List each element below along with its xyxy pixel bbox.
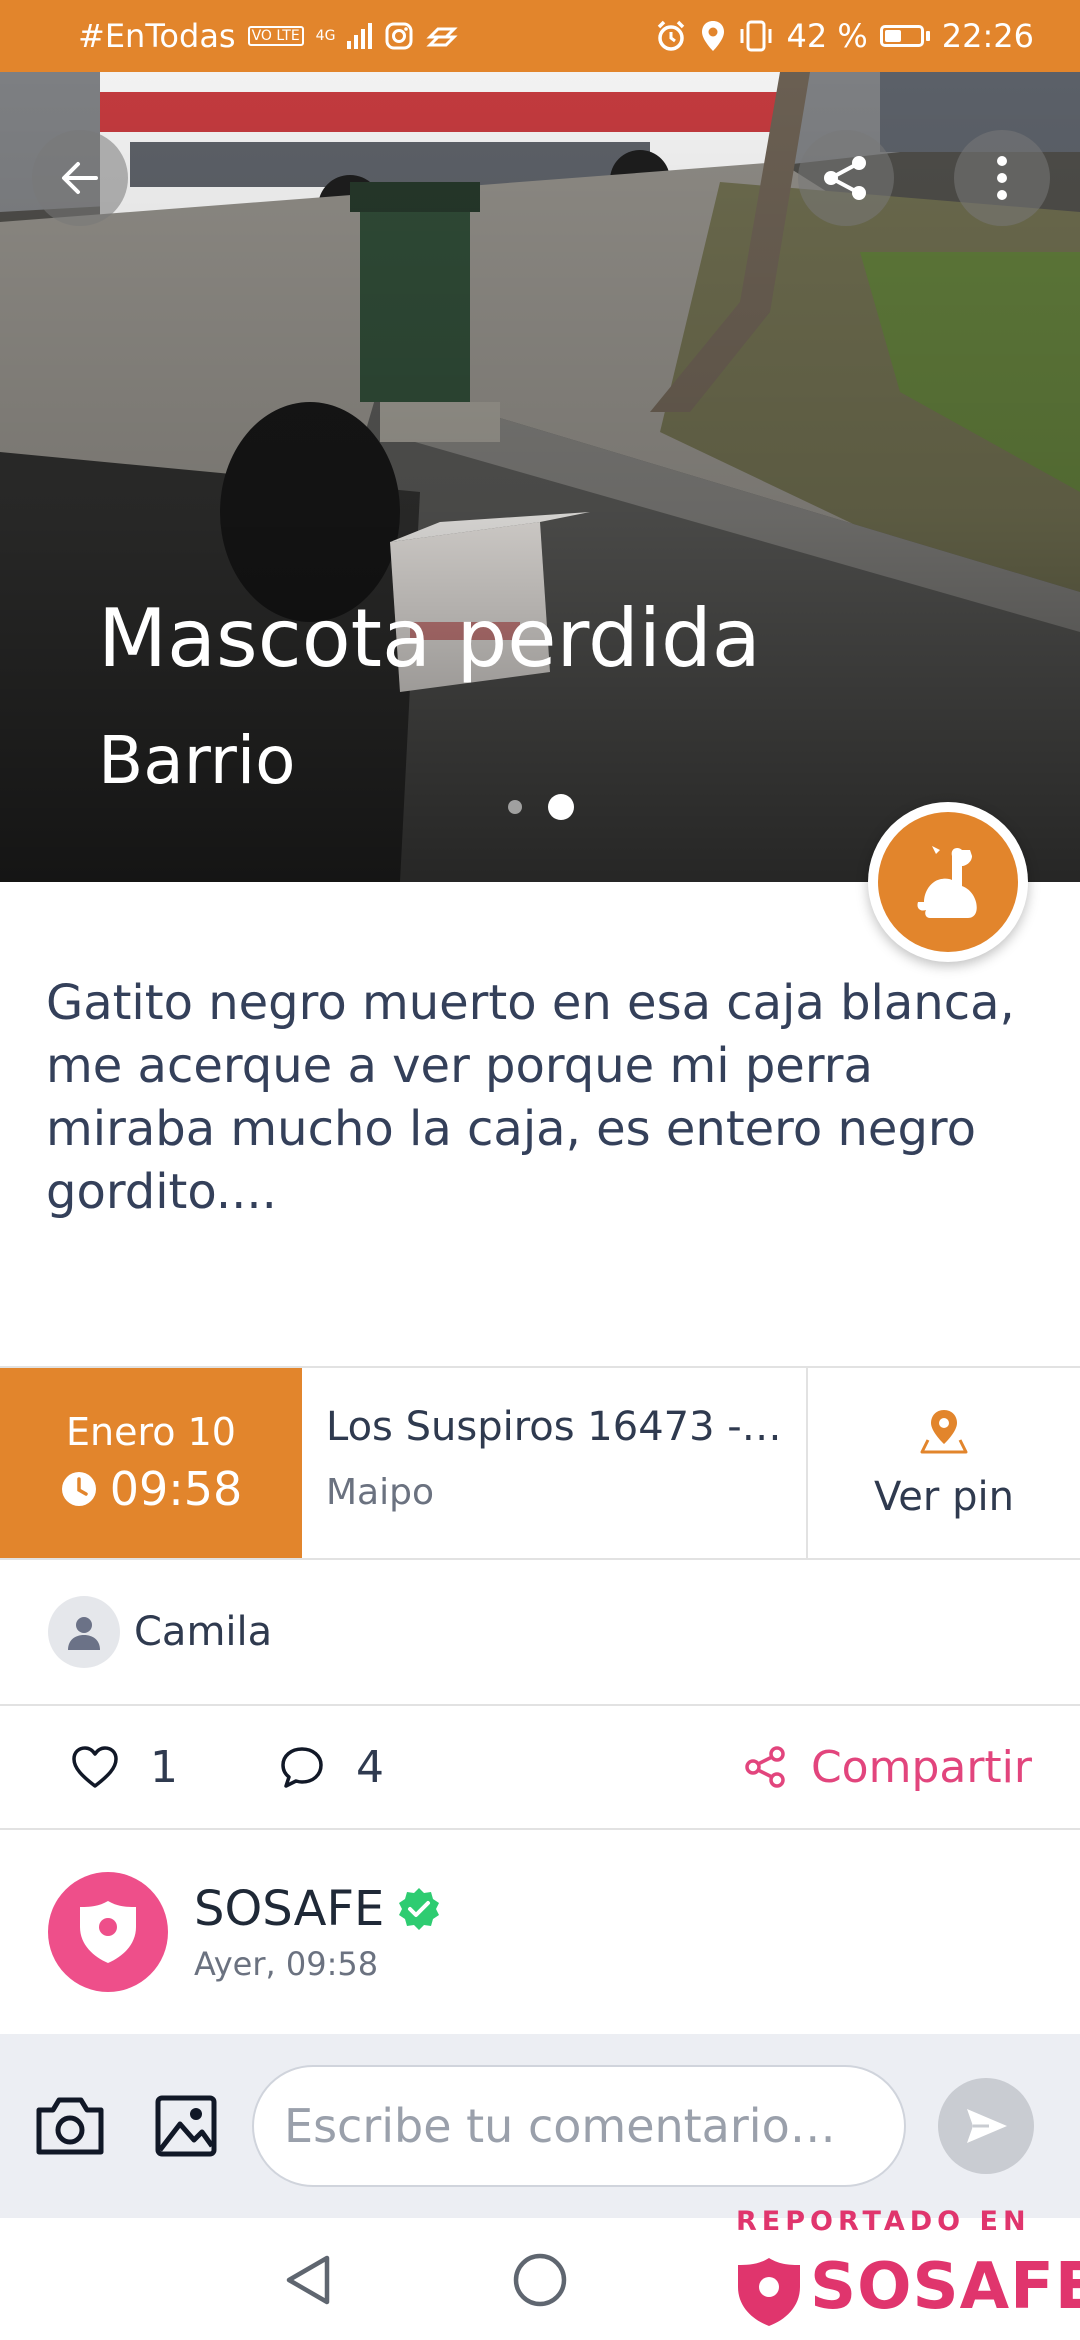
send-icon — [967, 2109, 1007, 2143]
reported-in-watermark: REPORTADO EN SOSAFE — [734, 2198, 1080, 2340]
comment-time: Ayer, 09:58 — [194, 1945, 379, 1983]
more-vert-icon — [997, 156, 1007, 200]
nav-home-button[interactable] — [508, 2248, 572, 2312]
carousel-dot-2-active[interactable] — [548, 794, 574, 820]
share-icon — [745, 1746, 785, 1788]
camera-button[interactable] — [30, 2086, 110, 2166]
post-actions-row: 1 4 Compartir — [0, 1706, 1080, 1830]
vibrate-icon — [740, 20, 772, 52]
clock: 22:26 — [941, 17, 1034, 55]
comment-count: 4 — [356, 1741, 384, 1793]
carousel-indicator — [508, 794, 574, 820]
post-address-box[interactable]: Los Suspiros 16473 -… Maipo — [302, 1368, 808, 1558]
post-time: 09:58 — [60, 1462, 243, 1516]
category-badge — [868, 802, 1028, 962]
user-icon — [68, 1617, 100, 1650]
post-author-row[interactable]: Camila — [0, 1560, 1080, 1706]
avatar — [48, 1596, 120, 1668]
comment-composer — [0, 2034, 1080, 2218]
post-info-row: Enero 10 09:58 Los Suspiros 16473 -… Mai… — [0, 1366, 1080, 1560]
nav-back-button[interactable] — [276, 2248, 340, 2312]
arrow-left-icon — [62, 162, 98, 194]
camera-icon — [36, 2097, 104, 2155]
post-subcategory: Barrio — [98, 722, 296, 799]
comment-meta: SOSAFE Ayer, 09:58 — [194, 1881, 442, 1983]
like-button[interactable]: 1 — [70, 1742, 178, 1793]
watermark-top-text: REPORTADO EN — [736, 2206, 1031, 2237]
sosafe-shield-icon — [80, 1901, 136, 1963]
back-button[interactable] — [32, 130, 128, 226]
comment-icon — [281, 1747, 323, 1788]
alarm-icon — [658, 20, 685, 51]
circle-home-icon — [513, 2253, 567, 2307]
triangle-back-icon — [286, 2255, 330, 2305]
comment-item[interactable]: SOSAFE Ayer, 09:58 — [0, 1830, 1080, 2034]
post-date-box: Enero 10 09:58 — [0, 1368, 302, 1558]
view-pin-button[interactable]: Ver pin — [808, 1368, 1080, 1558]
app-notification-icon — [426, 27, 459, 47]
sosafe-avatar — [48, 1872, 168, 1992]
volte-icon: VO LTE — [247, 26, 304, 46]
clock-icon — [61, 1472, 96, 1506]
battery-icon — [879, 25, 930, 47]
verified-badge-icon — [399, 1888, 440, 1930]
sosafe-shield-icon — [738, 2258, 800, 2326]
send-button[interactable] — [938, 2078, 1034, 2174]
comments-button[interactable]: 4 — [278, 1742, 384, 1793]
post-time-value: 09:58 — [109, 1462, 243, 1516]
location-icon — [702, 21, 725, 51]
instagram-icon — [385, 22, 413, 50]
share-icon — [824, 156, 866, 200]
post-date: Enero 10 — [66, 1410, 236, 1454]
view-pin-label: Ver pin — [874, 1474, 1014, 1520]
post-image-carousel[interactable]: Mascota perdida Barrio — [0, 72, 1080, 882]
heart-icon — [72, 1746, 118, 1788]
signal-icon — [347, 23, 373, 49]
gallery-button[interactable] — [146, 2086, 226, 2166]
post-category: Mascota perdida — [98, 592, 761, 685]
like-count: 1 — [150, 1741, 178, 1793]
post-description: Gatito negro muerto en esa caja blanca, … — [46, 975, 1015, 1220]
battery-percent: 42 % — [786, 17, 868, 55]
comment-author: SOSAFE — [194, 1881, 385, 1937]
comment-input[interactable] — [252, 2065, 906, 2187]
image-icon — [155, 2095, 217, 2157]
more-options-button[interactable] — [954, 130, 1050, 226]
post-city: Maipo — [326, 1472, 434, 1513]
watermark-brand: SOSAFE — [810, 2250, 1080, 2324]
carrier-label: #EnTodas — [78, 17, 236, 55]
share-top-button[interactable] — [798, 130, 894, 226]
network-label: 4G — [315, 28, 336, 44]
carousel-dot-1[interactable] — [508, 800, 522, 814]
status-bar: #EnTodas VO LTE 4G 42 % 22:26 — [0, 0, 1080, 72]
dog-icon — [917, 846, 977, 918]
post-author-name: Camila — [134, 1609, 273, 1655]
share-button[interactable]: Compartir — [743, 1742, 1032, 1793]
map-pin-icon — [920, 1410, 968, 1454]
share-label: Compartir — [810, 1741, 1032, 1793]
post-address: Los Suspiros 16473 -… — [326, 1404, 782, 1450]
